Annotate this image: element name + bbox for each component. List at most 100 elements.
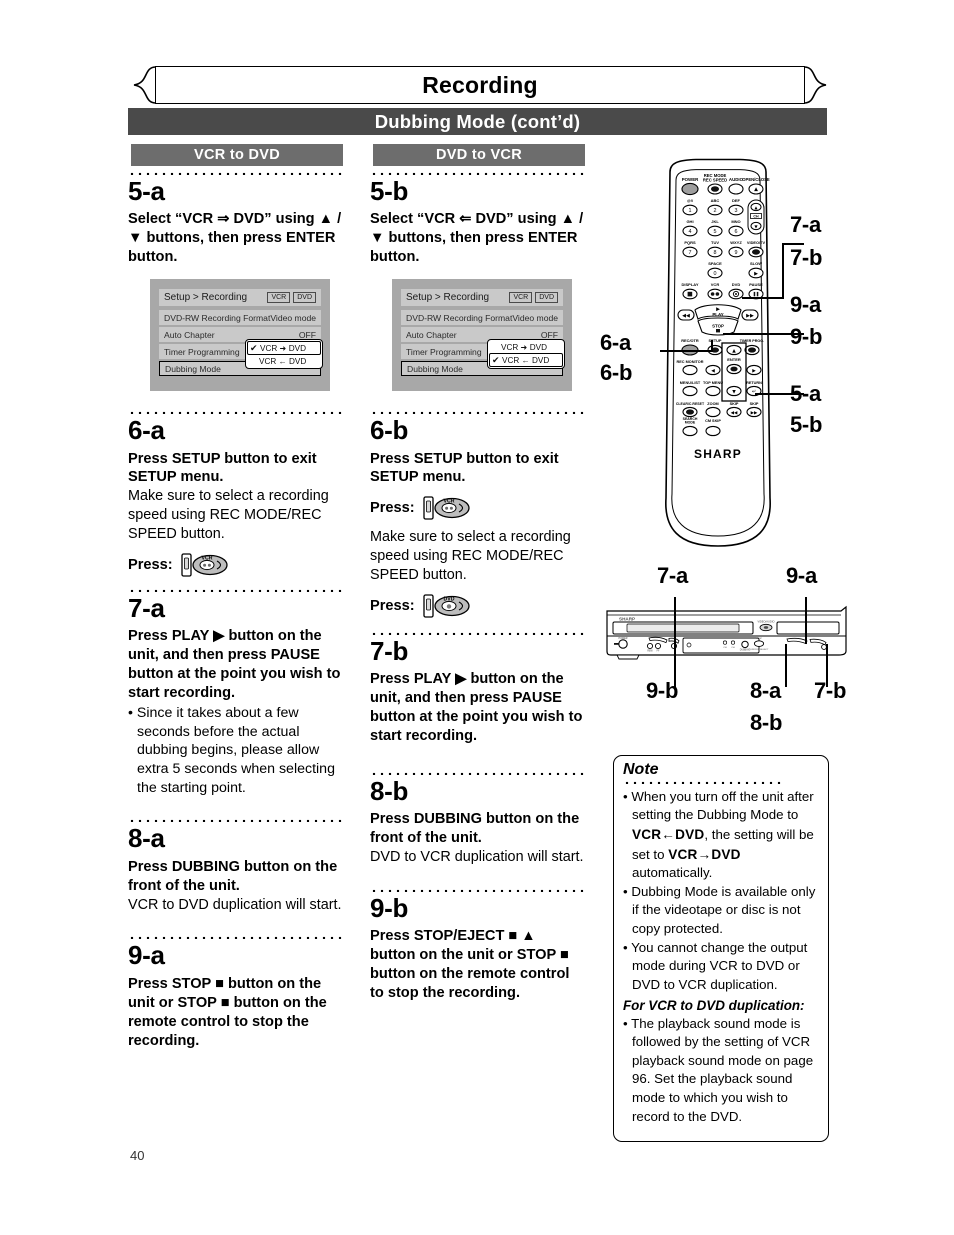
svg-text:POWER: POWER (682, 177, 699, 182)
svg-text:GHI: GHI (686, 219, 693, 224)
osd-row: DVD-RW Recording Format Video mode (401, 310, 563, 326)
leader-fp-8a (785, 644, 787, 687)
osd-popup-label: VCR ➜ DVD (501, 343, 547, 353)
step-8b-bold: Press DUBBING button on the front of the… (370, 811, 580, 847)
svg-text:▲: ▲ (732, 349, 736, 354)
osd-popup-item: ✔ VCR ← DVD (489, 353, 563, 368)
callout-remote-7b: 7-b (790, 245, 823, 270)
divider-dots (128, 819, 343, 823)
svg-text:TUV: TUV (711, 240, 719, 245)
svg-text:CLEAR/C.RESET: CLEAR/C.RESET (676, 402, 705, 406)
svg-text:RETURN: RETURN (746, 381, 762, 385)
mode-vcr-from-dvd: VCR←DVD (632, 827, 705, 843)
svg-text:REW: REW (647, 650, 653, 652)
note-item-1: • When you turn off the unit after setti… (623, 788, 814, 881)
divider-dots (370, 771, 585, 775)
step-6a-text: Make sure to select a recording speed us… (128, 488, 329, 542)
svg-text:DVD: DVD (443, 596, 454, 602)
svg-text:VCR: VCR (443, 499, 454, 505)
step-8b-text: DVD to VCR duplication will start. (370, 849, 584, 865)
svg-text:0: 0 (714, 271, 717, 277)
osd-tag-vcr: VCR (509, 292, 533, 304)
svg-text:SLOW: SLOW (750, 261, 762, 266)
svg-text:4: 4 (689, 229, 692, 235)
press-line-6b-2: Press: DVD (370, 592, 585, 620)
note-item-3: • You cannot change the output mode duri… (623, 939, 808, 992)
column-header-label: DVD to VCR (436, 147, 522, 163)
osd-popup-a: ✔ VCR ➜ DVD VCR ← DVD (245, 339, 323, 370)
svg-text:2: 2 (714, 208, 717, 214)
column-dvd-to-vcr: 5-b Select “VCR ⇐ DVD” using ▲ / ▼ butto… (370, 172, 585, 1003)
svg-text:VCR: VCR (711, 282, 720, 287)
step-7a-bullet: • Since it takes about a few seconds bef… (128, 704, 335, 796)
svg-text:DVD: DVD (732, 282, 741, 287)
dvd-tape-disc-icon: DVD (422, 593, 470, 618)
press-label: Press: (128, 556, 173, 573)
svg-text:STOP: STOP (756, 638, 762, 640)
osd-title-row: Setup > Recording VCR DVD (159, 289, 321, 307)
osd-title: Setup > Recording (406, 292, 490, 304)
svg-text:ENTER: ENTER (727, 357, 741, 362)
osd-popup-item: VCR ➜ DVD (489, 341, 563, 353)
step-6b-text: Make sure to select a recording speed us… (370, 529, 571, 583)
note-item-2: • Dubbing Mode is available only if the … (623, 883, 816, 937)
svg-text:▼: ▼ (732, 390, 736, 395)
svg-text:OPEN/CLOSE: OPEN/CLOSE (742, 177, 770, 182)
note-dots (623, 780, 781, 784)
divider-dots (370, 631, 585, 635)
step-number-8a: 8-a (128, 823, 165, 854)
banner-left-brace (133, 66, 157, 104)
svg-text:REC SPEED: REC SPEED (703, 178, 727, 183)
svg-text:MODE: MODE (685, 421, 696, 425)
step-number-8b: 8-b (370, 775, 409, 806)
svg-text:VIDEO/AUDIO: VIDEO/AUDIO (757, 620, 774, 624)
check-icon: ✔ (492, 354, 500, 365)
step-5b-text: Select “VCR ⇐ DVD” using ▲ / ▼ buttons, … (370, 211, 584, 266)
svg-text:CH: CH (723, 647, 727, 649)
divider-dots (370, 172, 585, 175)
osd-row-label: Auto Chapter (164, 329, 215, 340)
step-9b-bold: Press STOP/EJECT ■ ▲ button on the unit … (370, 928, 570, 1001)
step-6b-bold: Press SETUP button to exit SETUP menu. (370, 450, 559, 486)
note-item-1-tail: automatically. (632, 865, 713, 881)
step-number-7a: 7-a (128, 592, 165, 623)
check-icon: ✔ (250, 342, 258, 353)
svg-text:VCR: VCR (201, 555, 212, 561)
svg-text:7: 7 (689, 250, 692, 256)
svg-text:MNO: MNO (731, 219, 740, 224)
divider-dots (128, 172, 343, 175)
page-number: 40 (130, 1148, 145, 1163)
divider-dots (128, 936, 343, 940)
note-box: Note • When you turn off the unit after … (613, 755, 829, 1142)
svg-text:@!/: @!/ (687, 198, 694, 203)
svg-text:PLAY: PLAY (712, 312, 723, 317)
osd-tag-vcr: VCR (267, 292, 291, 304)
callout-panel-7a: 7-a (657, 563, 688, 588)
osd-popup-item: ✔ VCR ➜ DVD (247, 341, 321, 356)
callout-panel-8a: 8-a (750, 678, 781, 703)
callout-remote-9b: 9-b (790, 324, 823, 349)
column-header-dvd-to-vcr: DVD to VCR (373, 144, 585, 166)
step-8a-text: VCR to DVD duplication will start. (128, 896, 342, 913)
svg-text:◀◀: ◀◀ (682, 313, 690, 319)
callout-remote-6a: 6-a (600, 330, 631, 355)
note-sub-item-text: The playback sound mode is followed by t… (631, 1015, 814, 1124)
svg-text:3: 3 (735, 208, 738, 214)
svg-text:JKL: JKL (711, 219, 719, 224)
osd-screenshot-b: Setup > Recording VCR DVD DVD-RW Recordi… (392, 279, 572, 392)
svg-text:ABC: ABC (711, 198, 720, 203)
osd-title-row: Setup > Recording VCR DVD (401, 289, 563, 307)
svg-text:DEF: DEF (732, 198, 741, 203)
svg-text:CM SKIP: CM SKIP (705, 419, 721, 423)
note-subheading: For VCR to DVD duplication: (623, 997, 805, 1013)
divider-dots (128, 411, 343, 415)
divider-dots (370, 411, 585, 415)
osd-row-value: OFF (298, 329, 316, 340)
callout-remote-9a: 9-a (790, 292, 821, 317)
note-title: Note (623, 761, 659, 778)
step-number-7b: 7-b (370, 635, 409, 666)
press-label: Press: (370, 500, 415, 517)
osd-title: Setup > Recording (164, 292, 248, 304)
vcr-tape-disc-icon: VCR (422, 496, 470, 521)
svg-text:STOP: STOP (712, 324, 724, 329)
